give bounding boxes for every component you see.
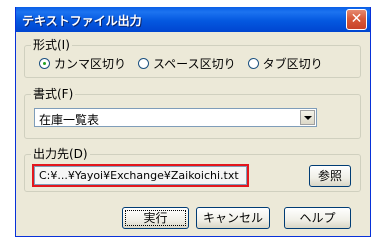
title-bar[interactable]: テキストファイル出力 ✕ — [16, 7, 370, 32]
radio-comma[interactable]: カンマ区切り — [39, 55, 126, 72]
help-button[interactable]: ヘルプ — [284, 207, 351, 229]
window-title: テキストファイル出力 — [22, 14, 142, 28]
format-group: 形式(I) カンマ区切り スペース区切り タブ区切り — [24, 38, 361, 78]
chevron-down-icon[interactable] — [300, 110, 315, 125]
browse-button[interactable]: 参照 — [309, 165, 351, 187]
radio-space-label: スペース区切り — [153, 56, 236, 71]
path-highlight-box — [32, 164, 249, 187]
browse-button-label: 参照 — [317, 169, 342, 183]
radio-tab-label: タブ区切り — [262, 56, 323, 71]
style-group-label: 書式(F) — [31, 87, 76, 101]
radio-space[interactable]: スペース区切り — [138, 55, 236, 72]
style-select[interactable]: 在庫一覧表 — [34, 108, 317, 127]
style-group: 書式(F) 在庫一覧表 — [24, 87, 361, 139]
execute-button-label: 実行 — [143, 211, 168, 225]
execute-button[interactable]: 実行 — [122, 207, 189, 229]
format-radio-row: カンマ区切り スペース区切り タブ区切り — [39, 55, 335, 71]
radio-comma-label: カンマ区切り — [54, 56, 127, 71]
style-select-value: 在庫一覧表 — [39, 113, 100, 127]
radio-space-circle[interactable] — [138, 57, 150, 69]
close-button[interactable]: ✕ — [346, 9, 367, 30]
close-icon: ✕ — [350, 11, 363, 27]
radio-comma-circle[interactable] — [39, 57, 50, 69]
help-button-label: ヘルプ — [299, 211, 336, 225]
output-group: 出力先(D) C:¥...¥Yayoi¥Exchange¥Zaikoichi.t… — [24, 147, 361, 192]
format-group-label: 形式(I) — [31, 38, 72, 52]
radio-tab[interactable]: タブ区切り — [247, 55, 323, 72]
output-group-label: 出力先(D) — [31, 147, 90, 161]
cancel-button[interactable]: キャンセル — [196, 207, 270, 229]
dialog-window: テキストファイル出力 ✕ 形式(I) カンマ区切り スペース区切り タブ区切り … — [15, 7, 371, 237]
cancel-button-label: キャンセル — [202, 211, 263, 225]
radio-tab-circle[interactable] — [247, 57, 259, 69]
